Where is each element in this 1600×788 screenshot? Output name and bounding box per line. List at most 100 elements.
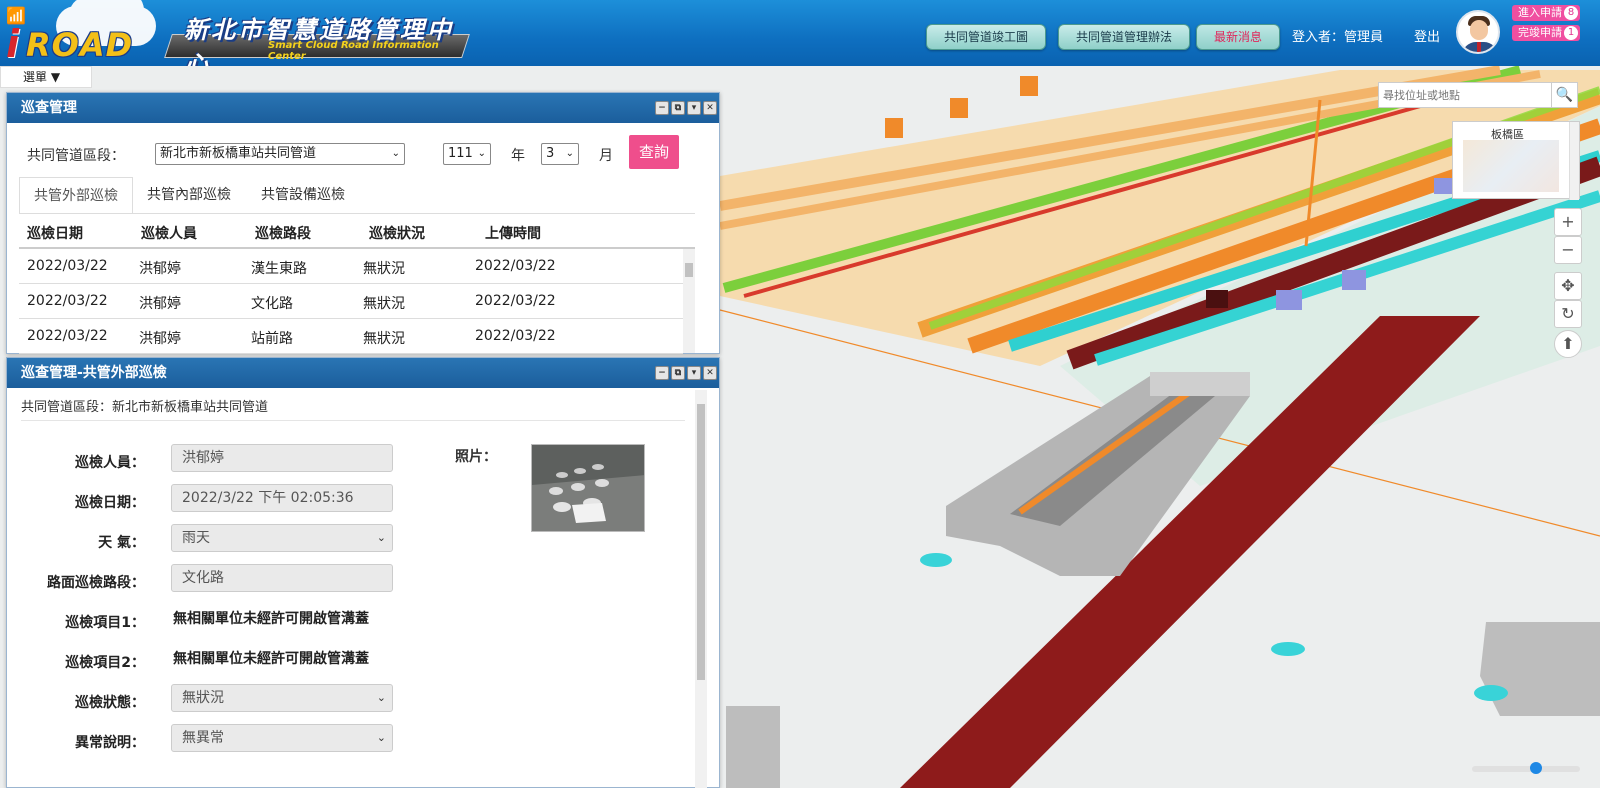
box-4	[1206, 290, 1228, 308]
avatar[interactable]	[1456, 10, 1500, 54]
cell-inspector: 洪郁婷	[139, 296, 181, 312]
weather-value: 雨天	[182, 530, 210, 546]
detail-panel-title: 巡查管理-共管外部巡檢	[21, 365, 167, 381]
zoom-out-button[interactable]: −	[1554, 236, 1582, 264]
year-select[interactable]: 111 ⌄	[443, 143, 491, 165]
latest-news-button[interactable]: 最新消息	[1196, 24, 1280, 50]
cell-inspector: 洪郁婷	[139, 331, 181, 347]
detail-panel-header[interactable]: 巡查管理-共管外部巡檢 − ⧉ ▾ ✕	[7, 358, 719, 388]
tunnel-top	[1150, 372, 1250, 396]
weather-select[interactable]: 雨天 ⌄	[171, 524, 393, 552]
item2-label: 巡檢項目2：	[65, 655, 145, 671]
minimize-icon[interactable]: −	[655, 366, 669, 380]
cell-upload-time: 2022/03/22	[475, 258, 556, 274]
col-inspector[interactable]: 巡檢人員	[141, 223, 197, 243]
col-status[interactable]: 巡檢狀況	[369, 223, 425, 243]
entry-request-badge[interactable]: 進入申請 8	[1512, 5, 1580, 21]
table-row[interactable]: 2022/03/22 洪郁婷 文化路 無狀況 2022/03/22	[19, 284, 683, 319]
entry-request-count: 8	[1564, 6, 1578, 20]
zoom-in-button[interactable]: +	[1554, 208, 1582, 236]
overview-map[interactable]: 板橋區	[1452, 121, 1580, 200]
year-label: 年	[511, 148, 525, 164]
col-date[interactable]: 巡檢日期	[27, 223, 83, 243]
completion-request-count: 1	[1564, 26, 1578, 40]
overview-thumbnail[interactable]	[1463, 140, 1559, 192]
tab-equipment-inspection[interactable]: 共管設備巡檢	[247, 177, 359, 213]
status-label: 巡檢狀態：	[75, 695, 145, 711]
building-left	[726, 706, 780, 788]
cell-upload-time: 2022/03/22	[475, 328, 556, 344]
cell-road: 站前路	[251, 331, 293, 347]
logo-text: ROAD	[26, 26, 134, 64]
popout-icon[interactable]: ⧉	[671, 366, 685, 380]
close-icon[interactable]: ✕	[703, 366, 717, 380]
overview-scrollbar[interactable]	[1569, 122, 1579, 200]
detail-subtitle: 共同管道區段：新北市新板橋車站共同管道	[21, 400, 269, 415]
section-select[interactable]: 新北市新板橋車站共同管道 ⌄	[155, 143, 405, 165]
item1-value: 無相關單位未經許可開啟管溝蓋	[173, 611, 369, 627]
rotate-icon[interactable]: ↻	[1554, 300, 1582, 328]
item1-label: 巡檢項目1：	[65, 615, 145, 631]
col-upload-time[interactable]: 上傳時間	[485, 223, 541, 243]
month-select-value: 3	[546, 146, 555, 161]
table-scrollbar[interactable]	[683, 249, 695, 353]
management-rules-button[interactable]: 共同管道管理辦法	[1058, 24, 1190, 50]
menu-toggle[interactable]: 選單 ▼	[0, 66, 92, 88]
entry-request-label: 進入申請	[1518, 6, 1562, 19]
chevron-down-icon: ⌄	[477, 148, 486, 159]
anomaly-value: 無異常	[182, 730, 224, 746]
map-search-box[interactable]: 🔍	[1378, 82, 1578, 108]
inspector-field[interactable]: 洪郁婷	[171, 444, 393, 472]
table-scrollbar-thumb[interactable]	[685, 263, 693, 277]
chevron-down-icon: ⌄	[376, 731, 386, 744]
detail-scrollbar[interactable]	[695, 390, 707, 788]
road-field[interactable]: 文化路	[171, 564, 393, 592]
cone-1	[885, 118, 903, 138]
table-row[interactable]: 2022/03/22 洪郁婷 漢生東路 無狀況 2022/03/22	[19, 249, 683, 284]
completion-request-badge[interactable]: 完竣申請 1	[1512, 25, 1580, 41]
box-3	[1434, 178, 1454, 194]
status-select[interactable]: 無狀況 ⌄	[171, 684, 393, 712]
chevron-down-icon: ⌄	[391, 148, 400, 159]
chevron-down-icon: ⌄	[376, 691, 386, 704]
col-road[interactable]: 巡檢路段	[255, 223, 311, 243]
popout-icon[interactable]: ⧉	[671, 101, 685, 115]
table-row[interactable]: 2022/03/22 洪郁婷 站前路 無狀況 2022/03/22	[19, 319, 683, 354]
date-field[interactable]: 2022/3/22 下午 02:05:36	[171, 484, 393, 512]
divider	[21, 420, 685, 421]
query-button[interactable]: 查詢	[629, 135, 679, 169]
anomaly-select[interactable]: 無異常 ⌄	[171, 724, 393, 752]
cell-road: 文化路	[251, 296, 293, 312]
logo-i: i	[6, 22, 20, 66]
detail-scrollbar-thumb[interactable]	[697, 404, 705, 680]
tab-external-inspection[interactable]: 共管外部巡檢	[19, 177, 133, 213]
zoom-slider-knob[interactable]	[1529, 762, 1542, 774]
logout-link[interactable]: 登出	[1414, 26, 1440, 45]
pan-icon[interactable]: ✥	[1554, 272, 1582, 300]
zoom-slider[interactable]	[1472, 762, 1580, 774]
app-header: 📶 i ROAD 新北市智慧道路管理中心 Smart Cloud Road In…	[0, 0, 1600, 66]
dropdown-icon[interactable]: ▾	[687, 101, 701, 115]
manhole-2	[1271, 642, 1305, 656]
completion-drawings-button[interactable]: 共同管道竣工圖	[926, 24, 1046, 50]
inspection-detail-panel: 巡查管理-共管外部巡檢 − ⧉ ▾ ✕ 共同管道區段：新北市新板橋車站共同管道 …	[6, 357, 720, 788]
inspection-panel: 巡查管理 − ⧉ ▾ ✕ 共同管道區段： 新北市新板橋車站共同管道 ⌄ 111 …	[6, 92, 720, 354]
month-select[interactable]: 3 ⌄	[541, 143, 579, 165]
inspector-label: 巡檢人員：	[75, 455, 145, 471]
inspection-panel-header[interactable]: 巡查管理 − ⧉ ▾ ✕	[7, 93, 719, 123]
section-select-value: 新北市新板橋車站共同管道	[160, 146, 317, 161]
tab-internal-inspection[interactable]: 共管內部巡檢	[133, 177, 245, 213]
cell-status: 無狀況	[363, 261, 405, 277]
logo[interactable]: 📶 i ROAD	[6, 0, 156, 66]
map-search-input[interactable]	[1379, 83, 1551, 107]
site-title: 新北市智慧道路管理中心 Smart Cloud Road Information…	[164, 8, 470, 66]
close-icon[interactable]: ✕	[703, 101, 717, 115]
building-right	[1480, 622, 1600, 716]
manhole-3	[1474, 685, 1508, 701]
status-value: 無狀況	[182, 690, 224, 706]
compass-icon[interactable]: ⬆	[1554, 330, 1582, 358]
inspection-photo[interactable]	[531, 444, 645, 532]
dropdown-icon[interactable]: ▾	[687, 366, 701, 380]
search-icon[interactable]: 🔍	[1551, 83, 1577, 107]
minimize-icon[interactable]: −	[655, 101, 669, 115]
